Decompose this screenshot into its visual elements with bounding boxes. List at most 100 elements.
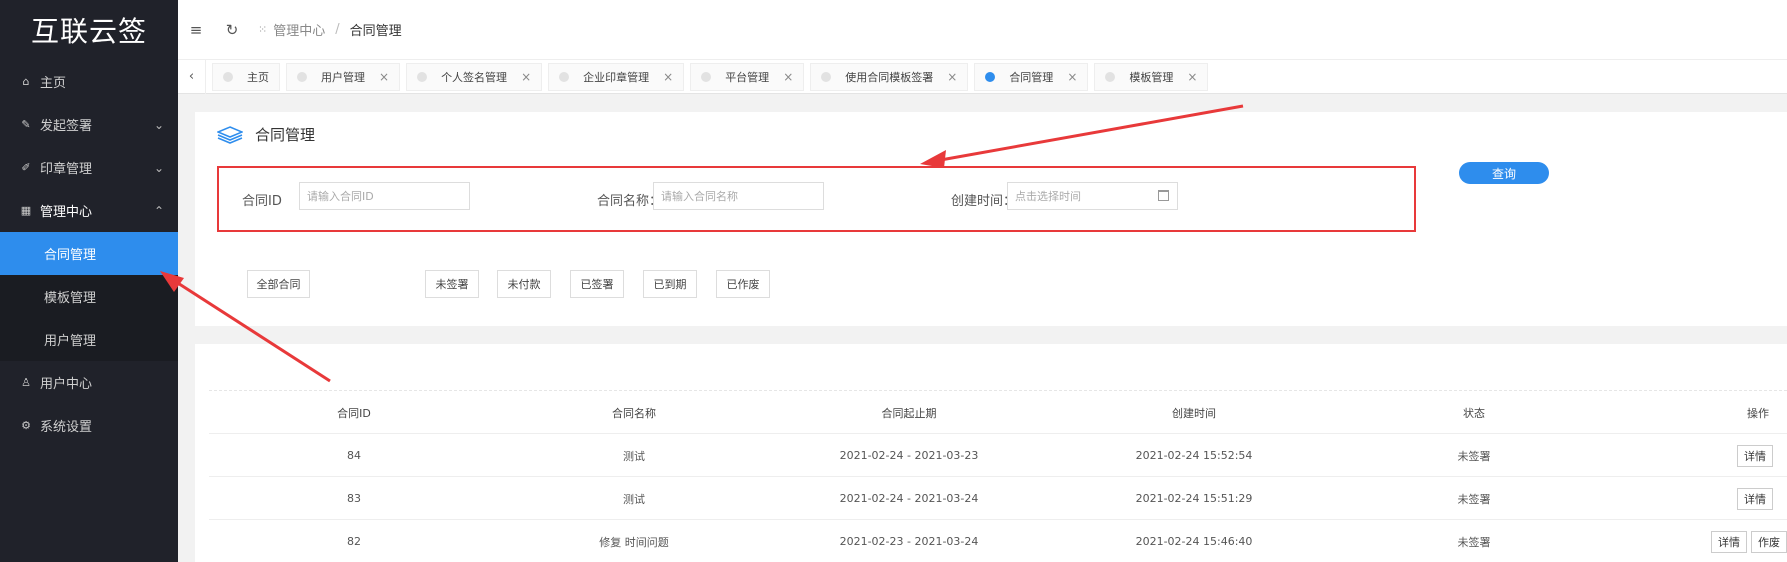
column-header: 状态 [1463,406,1485,420]
tab-user-management[interactable]: 用户管理 × [286,62,401,91]
tab-status-dot [821,71,832,82]
sidebar-item-initiate-sign[interactable]: ✎ 发起签署 ⌄ [0,103,178,146]
sidebar-item-home[interactable]: ⌂ 主页 [0,60,178,103]
column-header: 创建时间 [1172,406,1216,420]
cell-name: 测试 [623,492,645,506]
close-icon[interactable]: × [1187,70,1197,84]
sidebar-item-label: 主页 [40,76,67,91]
column-header: 合同起止期 [881,406,937,420]
page-tabs: ‹ 主页 用户管理 × 个人签名管理 × 企业印章管理 × 平台管理 × 使用合… [178,59,1787,94]
details-button[interactable]: 详情 [1737,487,1773,510]
cell-status: 未签署 [1457,449,1491,463]
cell-actions: 详情 [1609,477,1787,520]
breadcrumb-current: 合同管理 [349,24,402,39]
breadcrumb-separator: / [335,22,340,37]
tab-status-dot [985,71,996,82]
query-button[interactable]: 查询 [1459,162,1549,184]
filter-signed[interactable]: 已签署 [570,270,624,298]
tab-status-dot [701,71,712,82]
layers-icon [217,125,243,144]
tab-status-dot [223,71,233,82]
grid-icon: ▦ [20,204,32,217]
contract-name-input[interactable]: 请输入合同名称 [653,182,824,210]
filter-all-contracts[interactable]: 全部合同 [247,270,310,298]
tab-label: 合同管理 [1009,70,1054,84]
sidebar-item-label: 系统设置 [40,420,93,435]
tab-template-sign[interactable]: 使用合同模板签署 × [810,62,969,91]
filter-unpaid[interactable]: 未付款 [497,270,551,298]
close-icon[interactable]: × [947,70,957,84]
page-title-text: 合同管理 [255,126,316,144]
tab-label: 用户管理 [321,70,365,84]
cell-status: 未签署 [1457,535,1491,549]
sidebar-item-label: 用户中心 [40,377,93,392]
user-icon: ♙ [21,376,31,389]
sidebar-submenu: 合同管理 模板管理 用户管理 [0,232,178,361]
contract-id-input[interactable]: 请输入合同ID [299,182,470,210]
cell-created: 2021-02-24 15:46:40 [1135,535,1253,548]
breadcrumb: ⁙ 管理中心 / 合同管理 [258,20,402,39]
sidebar: 互联云签 ⌂ 主页 ✎ 发起签署 ⌄ ✐ 印章管理 ⌄ ▦ 管理中心 ⌃ 合同管… [0,0,178,562]
sidebar-item-user-center[interactable]: ♙ 用户中心 [0,361,178,404]
tab-label: 使用合同模板签署 [845,70,934,84]
menu-toggle-icon[interactable]: ≡ [178,21,214,39]
created-time-picker[interactable]: 点击选择时间 [1007,182,1178,210]
page-title: 合同管理 [217,124,315,145]
cell-actions: 详情 [1609,434,1787,477]
tab-label: 主页 [247,70,269,84]
table-header: 合同ID 合同名称 合同起止期 创建时间 状态 操作 [209,390,1787,433]
filter-panel: 全部合同 未签署 未付款 已签署 已到期 已作废 [195,242,1787,326]
gear-icon: ⚙ [21,419,31,432]
edit-icon: ✎ [21,118,31,131]
chevron-down-icon: ⌄ [153,160,164,175]
close-icon[interactable]: × [783,70,793,84]
sidebar-item-contract-management[interactable]: 合同管理 [0,232,178,275]
app-logo: 互联云签 [30,15,147,48]
tab-home[interactable]: 主页 [212,62,280,91]
created-time-placeholder: 点击选择时间 [1015,190,1081,203]
contracts-table-panel: 合同ID 合同名称 合同起止期 创建时间 状态 操作 84 测试 2021-02… [195,344,1787,562]
tab-status-dot [297,71,307,82]
tab-platform-management[interactable]: 平台管理 × [690,62,805,91]
tab-contract-management[interactable]: 合同管理 × [974,62,1089,91]
breadcrumb-parent[interactable]: 管理中心 [273,20,325,39]
close-icon[interactable]: × [1067,70,1077,84]
sidebar-item-system-settings[interactable]: ⚙ 系统设置 [0,404,178,447]
tab-status-dot [1105,71,1116,82]
sidebar-item-seal-management[interactable]: ✐ 印章管理 ⌄ [0,146,178,189]
tab-template-management[interactable]: 模板管理 × [1094,62,1209,91]
table-row: 84 测试 2021-02-24 - 2021-03-23 2021-02-24… [209,433,1787,476]
close-icon[interactable]: × [379,70,389,84]
filter-unsigned[interactable]: 未签署 [425,270,479,298]
details-button[interactable]: 详情 [1711,530,1747,553]
chevron-left-icon[interactable]: ‹ [178,59,206,94]
details-button[interactable]: 详情 [1737,444,1773,467]
cell-status: 未签署 [1457,492,1491,506]
tab-label: 平台管理 [725,70,770,84]
tab-enterprise-seal[interactable]: 企业印章管理 × [548,62,685,91]
close-icon[interactable]: × [521,70,531,84]
sidebar-item-user-management[interactable]: 用户管理 [0,318,178,361]
filter-voided[interactable]: 已作废 [716,270,770,298]
tab-personal-signature[interactable]: 个人签名管理 × [406,62,543,91]
tab-label: 模板管理 [1129,70,1174,84]
sidebar-item-template-management[interactable]: 模板管理 [0,275,178,318]
cell-period: 2021-02-24 - 2021-03-23 [839,449,979,462]
cell-actions: 详情 作废 [1609,520,1787,562]
table-row: 82 修复 时间问题 2021-02-23 - 2021-03-24 2021-… [209,519,1787,562]
calendar-icon [1158,190,1169,201]
close-icon[interactable]: × [663,70,673,84]
cell-name: 修复 时间问题 [599,535,669,549]
sidebar-item-label: 发起签署 [40,119,93,134]
search-form: 合同ID 请输入合同ID 合同名称： 请输入合同名称 创建时间： 点击选择时间 [217,167,1414,231]
refresh-icon[interactable]: ↻ [214,21,250,39]
cell-id: 82 [347,535,361,548]
void-button[interactable]: 作废 [1751,530,1787,553]
chevron-up-icon: ⌃ [153,203,164,218]
brush-icon: ✐ [21,161,31,174]
sidebar-item-management-center[interactable]: ▦ 管理中心 ⌃ [0,189,178,232]
grid-icon: ⁙ [258,23,268,36]
cell-created: 2021-02-24 15:52:54 [1135,449,1253,462]
contract-id-label: 合同ID [242,194,282,209]
filter-expired[interactable]: 已到期 [643,270,697,298]
